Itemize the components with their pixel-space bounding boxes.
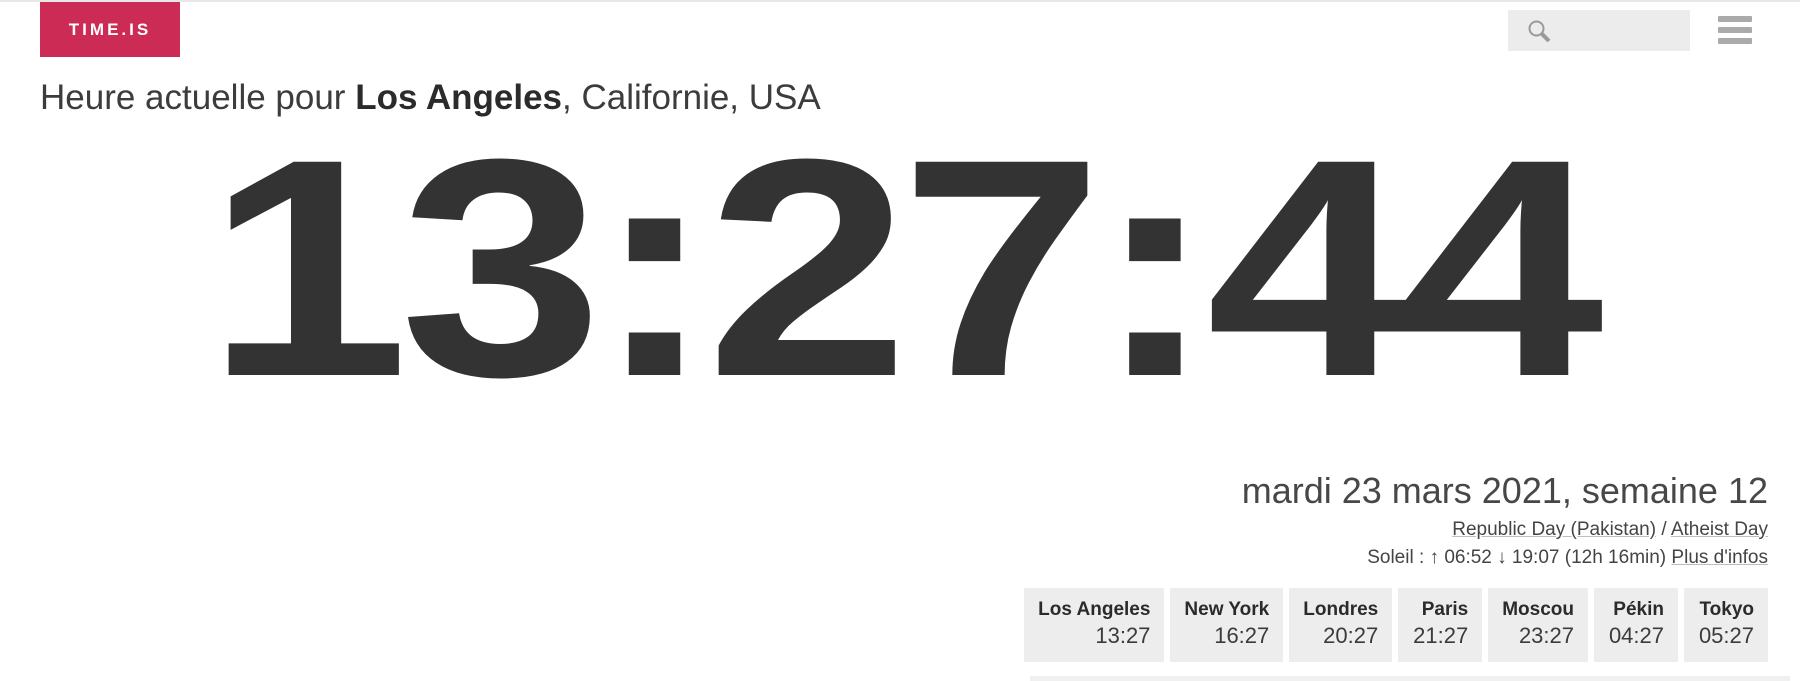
city-time: 13:27: [1095, 623, 1151, 648]
holiday-link-2[interactable]: Atheist Day: [1671, 519, 1768, 540]
site-header: TIME.IS: [0, 0, 1800, 62]
city-time: 20:27: [1323, 623, 1379, 648]
city-card[interactable]: Tokyo 05:27: [1684, 588, 1768, 662]
city-time: 16:27: [1214, 623, 1270, 648]
holiday-line: Republic Day (Pakistan) / Atheist Day: [768, 518, 1768, 542]
world-clock-strip: Los Angeles 13:27 New York 16:27 Londres 20:2…: [1024, 588, 1768, 662]
sunset-time: 19:07: [1511, 547, 1560, 568]
city-time: 05:27: [1698, 623, 1754, 648]
day-length: (12h 16min): [1564, 547, 1667, 568]
city-name: Pékin: [1613, 599, 1664, 620]
city-name: Los Angeles: [1038, 599, 1151, 620]
city-name: Londres: [1303, 599, 1379, 620]
city-card[interactable]: Moscou 23:27: [1488, 588, 1588, 662]
hamburger-menu-icon[interactable]: [1718, 16, 1752, 44]
search-box[interactable]: [1508, 10, 1775, 51]
city-name: Moscou: [1502, 599, 1574, 620]
hamburger-bar-3: [1718, 38, 1752, 44]
site-logo-label: TIME.IS: [68, 19, 152, 39]
current-date: mardi 23 mars 2021, semaine 12: [1241, 470, 1768, 511]
city-card[interactable]: Londres 20:27: [1289, 588, 1393, 662]
date-info-block: mardi 23 mars 2021, semaine 12 Republic …: [768, 470, 1768, 570]
more-info-link[interactable]: Plus d'infos: [1671, 547, 1768, 568]
search-icon: [1526, 18, 1552, 44]
city-name: Tokyo: [1699, 599, 1754, 620]
sun-label: Soleil :: [1367, 547, 1430, 568]
sun-times-line: Soleil : ↑ 06:52 ↓ 19:07 (12h 16min) Plu…: [768, 546, 1768, 570]
sunset-arrow-icon: ↓: [1497, 547, 1507, 568]
city-name: Paris: [1421, 599, 1469, 620]
current-time-clock: 13:27:44: [205, 94, 1604, 441]
sunrise-arrow-icon: ↑: [1429, 547, 1440, 568]
hamburger-bar-2: [1718, 27, 1752, 33]
city-card[interactable]: New York 16:27: [1170, 588, 1284, 662]
hamburger-bar-1: [1718, 16, 1752, 22]
city-time: 04:27: [1608, 623, 1664, 648]
holiday-separator: /: [1656, 519, 1671, 540]
city-card[interactable]: Los Angeles 13:27: [1024, 588, 1165, 662]
city-time: 21:27: [1413, 623, 1469, 648]
city-name: New York: [1184, 599, 1270, 620]
city-card[interactable]: Pékin 04:27: [1594, 588, 1678, 662]
city-time: 23:27: [1518, 623, 1574, 648]
holiday-link-1[interactable]: Republic Day (Pakistan): [1452, 519, 1656, 540]
city-card[interactable]: Paris 21:27: [1398, 588, 1483, 662]
site-logo[interactable]: TIME.IS: [40, 2, 180, 57]
bottom-accent-bar: [1030, 676, 1790, 681]
sunrise-time: 06:52: [1444, 547, 1492, 568]
